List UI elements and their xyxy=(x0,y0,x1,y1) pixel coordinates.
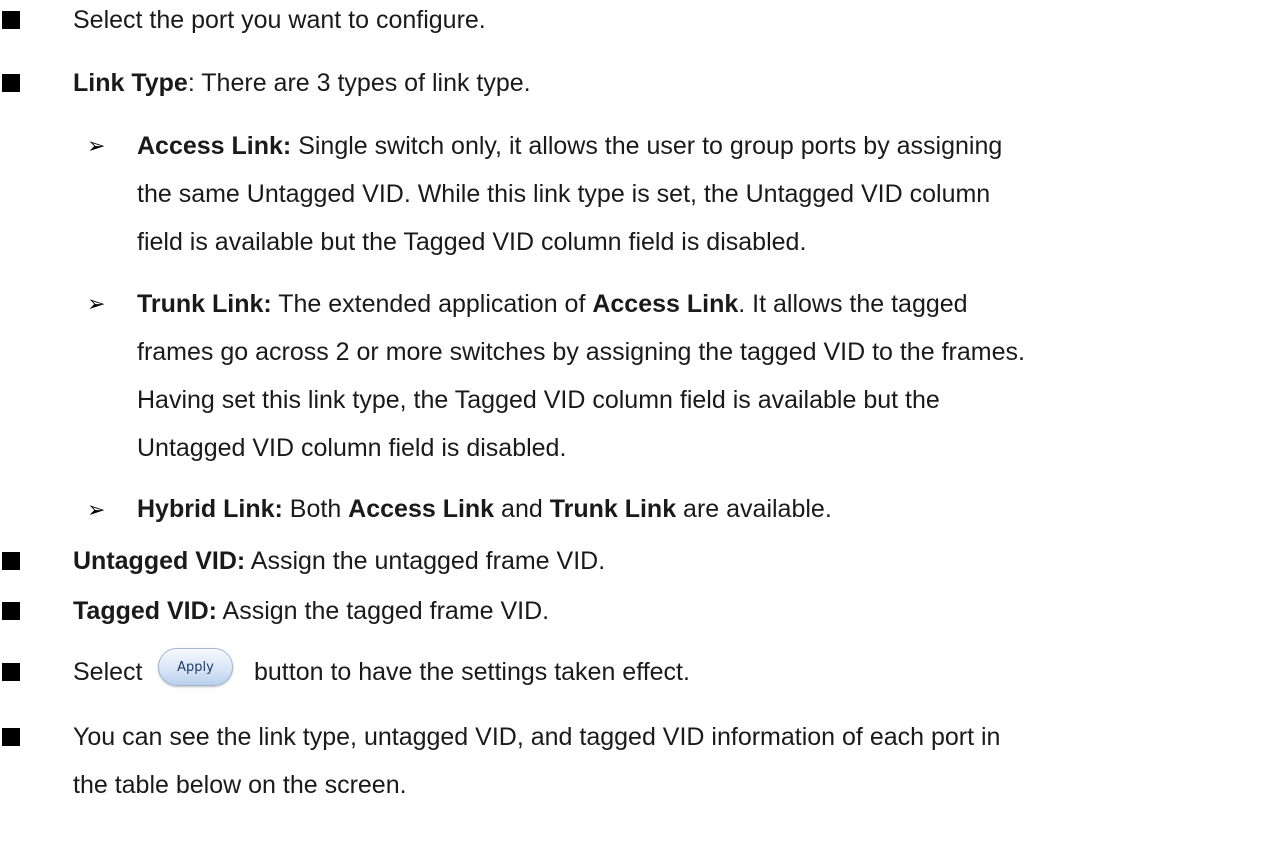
square-bullet-icon xyxy=(2,11,20,29)
arrow-bullet-icon: ➢ xyxy=(87,291,106,316)
arrow-bullet-icon: ➢ xyxy=(87,133,106,158)
hybrid-link-and: and xyxy=(494,495,550,523)
untagged-vid-label: Untagged VID: xyxy=(73,547,246,575)
apply-button[interactable]: Apply xyxy=(158,648,233,686)
trunk-link-text: The extended application of xyxy=(271,290,593,318)
access-link-label: Access Link: xyxy=(137,132,292,160)
access-link-line1: Access Link: Single switch only, it allo… xyxy=(137,134,1002,159)
trunk-access-link-ref: Access Link xyxy=(592,290,739,318)
square-bullet-icon xyxy=(2,728,20,746)
trunk-link-line1: Trunk Link: The extended application of … xyxy=(137,292,968,317)
square-bullet-icon xyxy=(2,602,20,620)
select-port-text: Select the port you want to configure. xyxy=(73,6,486,34)
square-bullet-icon xyxy=(2,663,20,681)
info-line1: You can see the link type, untagged VID,… xyxy=(73,723,1001,751)
hybrid-link-label: Hybrid Link: xyxy=(137,495,283,523)
trunk-link-line2: frames go across 2 or more switches by a… xyxy=(137,338,1025,366)
link-type-item: Link Type: There are 3 types of link typ… xyxy=(73,71,531,96)
hybrid-link-text: Both xyxy=(282,495,349,523)
hybrid-link-text-end: are available. xyxy=(676,495,832,523)
apply-after-text: button to have the settings taken effect… xyxy=(254,658,690,686)
hybrid-trunk-link-ref: Trunk Link xyxy=(549,495,677,523)
untagged-vid-text: Assign the untagged frame VID. xyxy=(245,547,606,575)
hybrid-link-line: Hybrid Link: Both Access Link and Trunk … xyxy=(137,497,832,522)
info-line2: the table below on the screen. xyxy=(73,771,407,799)
tagged-vid-text: Assign the tagged frame VID. xyxy=(216,597,550,625)
square-bullet-icon xyxy=(2,552,20,570)
access-link-line2: the same Untagged VID. While this link t… xyxy=(137,180,991,208)
trunk-link-text-end: . It allows the tagged xyxy=(738,290,968,318)
trunk-link-label: Trunk Link: xyxy=(137,290,272,318)
square-bullet-icon xyxy=(2,74,20,92)
trunk-link-line3: Having set this link type, the Tagged VI… xyxy=(137,386,940,414)
document-page: Select the port you want to configure. L… xyxy=(0,0,1277,845)
apply-before-text: Select xyxy=(73,658,143,686)
link-type-label: Link Type xyxy=(73,69,188,97)
link-type-text: : There are 3 types of link type. xyxy=(187,69,531,97)
hybrid-access-link-ref: Access Link xyxy=(348,495,495,523)
untagged-vid-item: Untagged VID: Assign the untagged frame … xyxy=(73,549,605,574)
tagged-vid-label: Tagged VID: xyxy=(73,597,217,625)
trunk-link-line4: Untagged VID column field is disabled. xyxy=(137,434,567,462)
access-link-line3: field is available but the Tagged VID co… xyxy=(137,228,807,256)
tagged-vid-item: Tagged VID: Assign the tagged frame VID. xyxy=(73,599,549,624)
arrow-bullet-icon: ➢ xyxy=(87,497,106,522)
access-link-text: Single switch only, it allows the user t… xyxy=(291,132,1003,160)
